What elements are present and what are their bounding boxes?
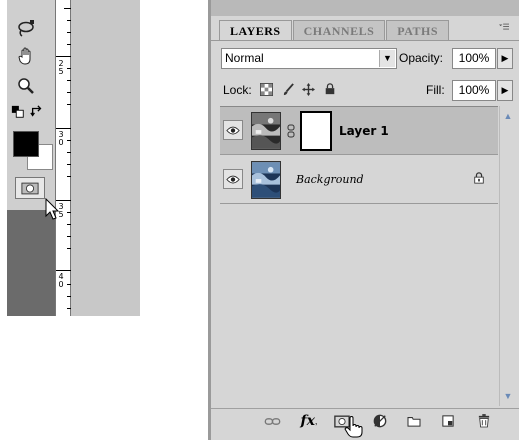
triangle-right-icon: ▶ [501, 85, 509, 95]
layer-name[interactable]: Background [296, 173, 364, 186]
hand-pointer-cursor-icon [344, 416, 363, 438]
lasso-icon [18, 20, 34, 37]
panel-menu-button[interactable] [497, 22, 511, 36]
trash-icon [478, 414, 490, 428]
link-icon [264, 417, 280, 425]
fill-label: Fill: [426, 83, 445, 97]
ruler-number: 4 0 [58, 272, 64, 289]
fill-field[interactable]: 100% [452, 80, 496, 101]
ruler-number: 2 5 [58, 59, 64, 76]
swap-colors-icon [30, 105, 42, 117]
lock-transparent-pixels-button[interactable] [258, 81, 274, 97]
toolbox [7, 0, 55, 210]
default-colors-icon [11, 105, 24, 118]
zoom-icon [18, 78, 34, 94]
foreground-color-swatch[interactable] [13, 131, 39, 157]
default-colors-button[interactable] [10, 104, 26, 120]
eye-icon [226, 126, 240, 134]
quick-mask-icon [21, 182, 39, 194]
layer-thumbnail [251, 161, 281, 199]
arrow-cursor-icon [45, 198, 60, 220]
vertical-ruler: 2 5 3 0 3 5 4 0 [55, 0, 71, 316]
layers-action-bar: fx, [211, 408, 519, 432]
layer-mask-thumbnail[interactable] [300, 111, 332, 151]
tab-channels[interactable]: CHANNELS [292, 20, 386, 40]
new-group-button[interactable] [405, 413, 423, 429]
toolbox-area: 2 5 3 0 3 5 4 0 [7, 0, 140, 316]
tab-layers[interactable]: LAYERS [219, 20, 292, 40]
zoom-tool[interactable] [15, 75, 37, 97]
lock-all-button[interactable] [322, 81, 338, 97]
ruler-number: 3 0 [58, 130, 64, 147]
new-layer-button[interactable] [439, 413, 457, 429]
blend-mode-value: Normal [225, 51, 264, 65]
tab-divider [211, 40, 519, 41]
new-layer-icon [442, 415, 454, 427]
new-group-icon [407, 417, 421, 427]
mask-link-icon[interactable] [287, 124, 295, 138]
lock-image-pixels-button[interactable] [280, 81, 296, 97]
move-icon [301, 82, 315, 96]
link-layers-button[interactable] [263, 413, 281, 429]
panel-menu-icon [499, 23, 509, 30]
hand-tool[interactable] [15, 45, 37, 67]
panel-tabs: LAYERS CHANNELS PATHS [219, 20, 450, 40]
layer-lock-indicator [473, 171, 489, 187]
document-canvas-area [71, 0, 140, 316]
lock-position-button[interactable] [300, 81, 316, 97]
image-thumbnail-icon [252, 113, 280, 149]
visibility-toggle[interactable] [223, 169, 243, 189]
layer-style-button[interactable]: fx, [297, 413, 321, 429]
layer-name[interactable]: Layer 1 [339, 124, 389, 138]
opacity-label: Opacity: [399, 51, 444, 65]
layer-row-layer-1[interactable]: Layer 1 [220, 107, 498, 155]
scroll-up-icon[interactable]: ▲ [501, 109, 515, 123]
blend-mode-select[interactable]: Normal ▼ [221, 48, 397, 69]
hand-icon [18, 47, 31, 65]
layer-row-background[interactable]: Background [220, 156, 498, 204]
tab-paths[interactable]: PATHS [386, 20, 449, 40]
opacity-slider-button[interactable]: ▶ [497, 48, 513, 69]
quick-mask-button[interactable] [15, 177, 45, 199]
layers-panel: LAYERS CHANNELS PATHS Normal ▼ Opacity: … [208, 0, 519, 440]
opacity-field[interactable]: 100% [452, 48, 496, 69]
adjustment-icon [373, 414, 387, 428]
triangle-right-icon: ▶ [501, 53, 509, 63]
swap-colors-button[interactable] [29, 104, 45, 120]
visibility-toggle[interactable] [223, 120, 243, 140]
checkerboard-icon [259, 82, 273, 96]
padlock-icon [474, 172, 484, 184]
padlock-icon [325, 83, 335, 95]
layers-scrollbar[interactable]: ▲ ▼ [499, 106, 516, 406]
scroll-down-icon[interactable]: ▼ [501, 389, 515, 403]
fx-icon: fx [300, 413, 315, 429]
chevron-down-icon: ▼ [379, 50, 395, 67]
adjustment-layer-button[interactable] [371, 413, 389, 429]
fill-slider-button[interactable]: ▶ [497, 80, 513, 101]
layers-list: Layer 1 Background [220, 106, 498, 406]
eye-icon [226, 175, 240, 183]
image-thumbnail-icon [252, 162, 280, 198]
panel-title-strip [211, 0, 519, 16]
layer-thumbnail [251, 112, 281, 150]
delete-layer-button[interactable] [475, 413, 493, 429]
brush-icon [283, 82, 294, 95]
lock-label: Lock: [223, 83, 252, 97]
lasso-tool[interactable] [15, 18, 37, 40]
